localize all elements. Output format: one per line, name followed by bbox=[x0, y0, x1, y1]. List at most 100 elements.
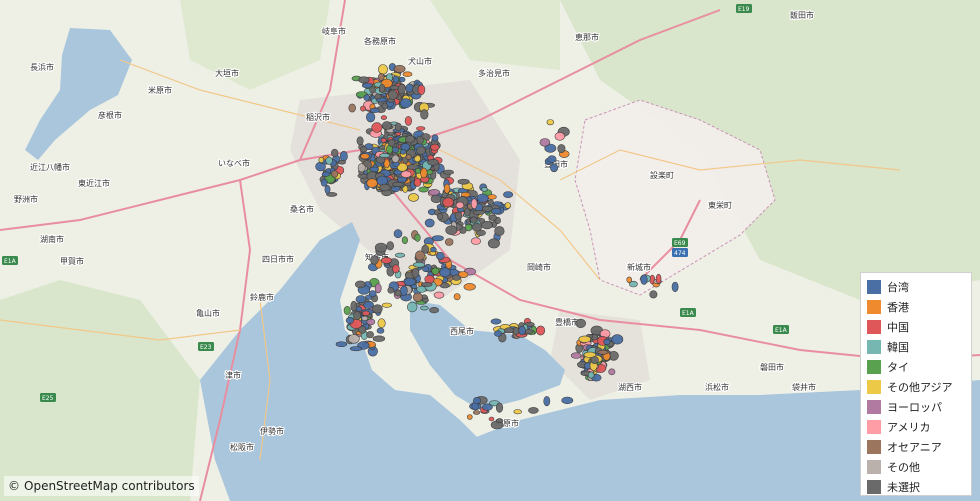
visitor-point bbox=[372, 304, 383, 314]
legend-swatch bbox=[867, 440, 881, 454]
visitor-point bbox=[399, 98, 412, 109]
place-label: 多治見市 bbox=[478, 68, 510, 78]
visitor-point bbox=[428, 189, 440, 196]
visitor-point bbox=[404, 116, 413, 126]
visitor-point bbox=[578, 335, 592, 343]
place-label: 桑名市 bbox=[290, 204, 314, 214]
road-shield-label: E69 bbox=[674, 240, 686, 247]
visitor-point bbox=[603, 338, 611, 345]
visitor-point bbox=[407, 301, 418, 313]
place-label: 鈴鹿市 bbox=[250, 292, 274, 302]
legend-label: 未選択 bbox=[887, 481, 920, 494]
legend-item: ヨーロッパ bbox=[867, 397, 965, 417]
visitor-point bbox=[343, 305, 351, 315]
visitor-point bbox=[427, 159, 439, 166]
visitor-point bbox=[411, 267, 420, 278]
visitor-point bbox=[361, 315, 369, 322]
road-shield: E1A bbox=[2, 256, 18, 265]
road-shield-label: E25 bbox=[42, 395, 54, 402]
visitor-point bbox=[331, 170, 339, 178]
visitor-point bbox=[490, 318, 502, 325]
visitor-point bbox=[366, 318, 376, 326]
place-label: 甲賀市 bbox=[60, 256, 84, 266]
place-label: 大垣市 bbox=[215, 68, 239, 78]
visitor-point bbox=[399, 76, 406, 83]
visitor-point bbox=[393, 65, 406, 73]
visitor-point bbox=[392, 75, 399, 84]
visitor-point bbox=[436, 212, 443, 221]
visitor-point bbox=[418, 186, 429, 193]
visitor-point bbox=[431, 134, 439, 142]
visitor-point bbox=[402, 71, 413, 77]
visitor-point bbox=[387, 139, 396, 147]
legend-item: 台湾 bbox=[867, 277, 965, 297]
visitor-point bbox=[422, 266, 429, 272]
visitor-point bbox=[671, 281, 679, 293]
place-label: 東近江市 bbox=[78, 178, 110, 188]
visitor-point bbox=[379, 183, 391, 192]
place-label: 恵那市 bbox=[575, 32, 599, 42]
legend-swatch bbox=[867, 320, 881, 334]
legend-item: 未選択 bbox=[867, 477, 965, 497]
visitor-point bbox=[359, 146, 368, 153]
legend-label: 台湾 bbox=[887, 281, 909, 294]
visitor-point bbox=[439, 267, 451, 278]
visitor-point bbox=[539, 138, 551, 147]
visitor-point bbox=[476, 193, 489, 203]
road-shield-label: E19 bbox=[738, 6, 750, 13]
visitor-point bbox=[504, 202, 511, 209]
road-shield-label: E23 bbox=[200, 344, 212, 351]
visitor-point bbox=[587, 371, 595, 379]
visitor-point bbox=[337, 159, 346, 165]
visitor-point bbox=[488, 416, 495, 422]
visitor-point bbox=[363, 300, 374, 309]
visitor-point bbox=[417, 84, 426, 96]
visitor-point bbox=[391, 181, 404, 187]
legend-label: その他 bbox=[887, 461, 920, 474]
visitor-point bbox=[331, 148, 339, 158]
visitor-point bbox=[347, 334, 360, 344]
map-view[interactable]: 岐阜市 各務原市 大垣市 犬山市 多治見市 彦根市 米原市 長浜市 いなべ市 稲… bbox=[0, 0, 980, 501]
legend-item: アメリカ bbox=[867, 417, 965, 437]
visitor-point bbox=[374, 93, 382, 100]
visitor-point bbox=[472, 397, 481, 405]
visitor-point bbox=[394, 252, 406, 258]
visitor-point bbox=[445, 225, 458, 235]
legend-label: タイ bbox=[887, 361, 909, 374]
visitor-point bbox=[503, 191, 514, 198]
visitor-point bbox=[414, 233, 421, 242]
visitor-point bbox=[420, 109, 429, 120]
visitor-point bbox=[405, 83, 414, 93]
visitor-point bbox=[370, 255, 379, 265]
visitor-point bbox=[431, 267, 440, 275]
visitor-point bbox=[429, 307, 439, 314]
visitor-point bbox=[528, 407, 539, 414]
visitor-point bbox=[350, 300, 358, 312]
place-label: 各務原市 bbox=[364, 36, 396, 46]
legend-label: オセアニア bbox=[887, 441, 942, 454]
place-label: 袋井市 bbox=[792, 382, 816, 392]
visitor-point bbox=[575, 318, 587, 329]
visitor-point bbox=[380, 257, 393, 264]
visitor-point bbox=[470, 237, 482, 245]
visitor-point bbox=[494, 330, 503, 337]
visitor-point bbox=[379, 153, 391, 158]
visitor-point bbox=[422, 297, 429, 303]
visitor-point bbox=[453, 293, 461, 301]
legend-swatch bbox=[867, 300, 881, 314]
visitor-point bbox=[442, 197, 454, 208]
place-label: 野洲市 bbox=[14, 194, 38, 204]
visitor-point bbox=[393, 229, 403, 239]
visitor-point bbox=[590, 356, 599, 364]
visitor-point bbox=[401, 236, 409, 244]
place-label: 近江八幡市 bbox=[30, 162, 70, 172]
legend-label: 香港 bbox=[887, 301, 909, 314]
visitor-point bbox=[366, 111, 376, 123]
visitor-point bbox=[414, 177, 422, 187]
visitor-point bbox=[416, 126, 426, 131]
visitor-point bbox=[424, 218, 435, 228]
visitor-point bbox=[524, 329, 534, 334]
visitor-point bbox=[420, 167, 428, 179]
visitor-point bbox=[378, 84, 386, 93]
place-label: 豊橋市 bbox=[555, 317, 579, 327]
